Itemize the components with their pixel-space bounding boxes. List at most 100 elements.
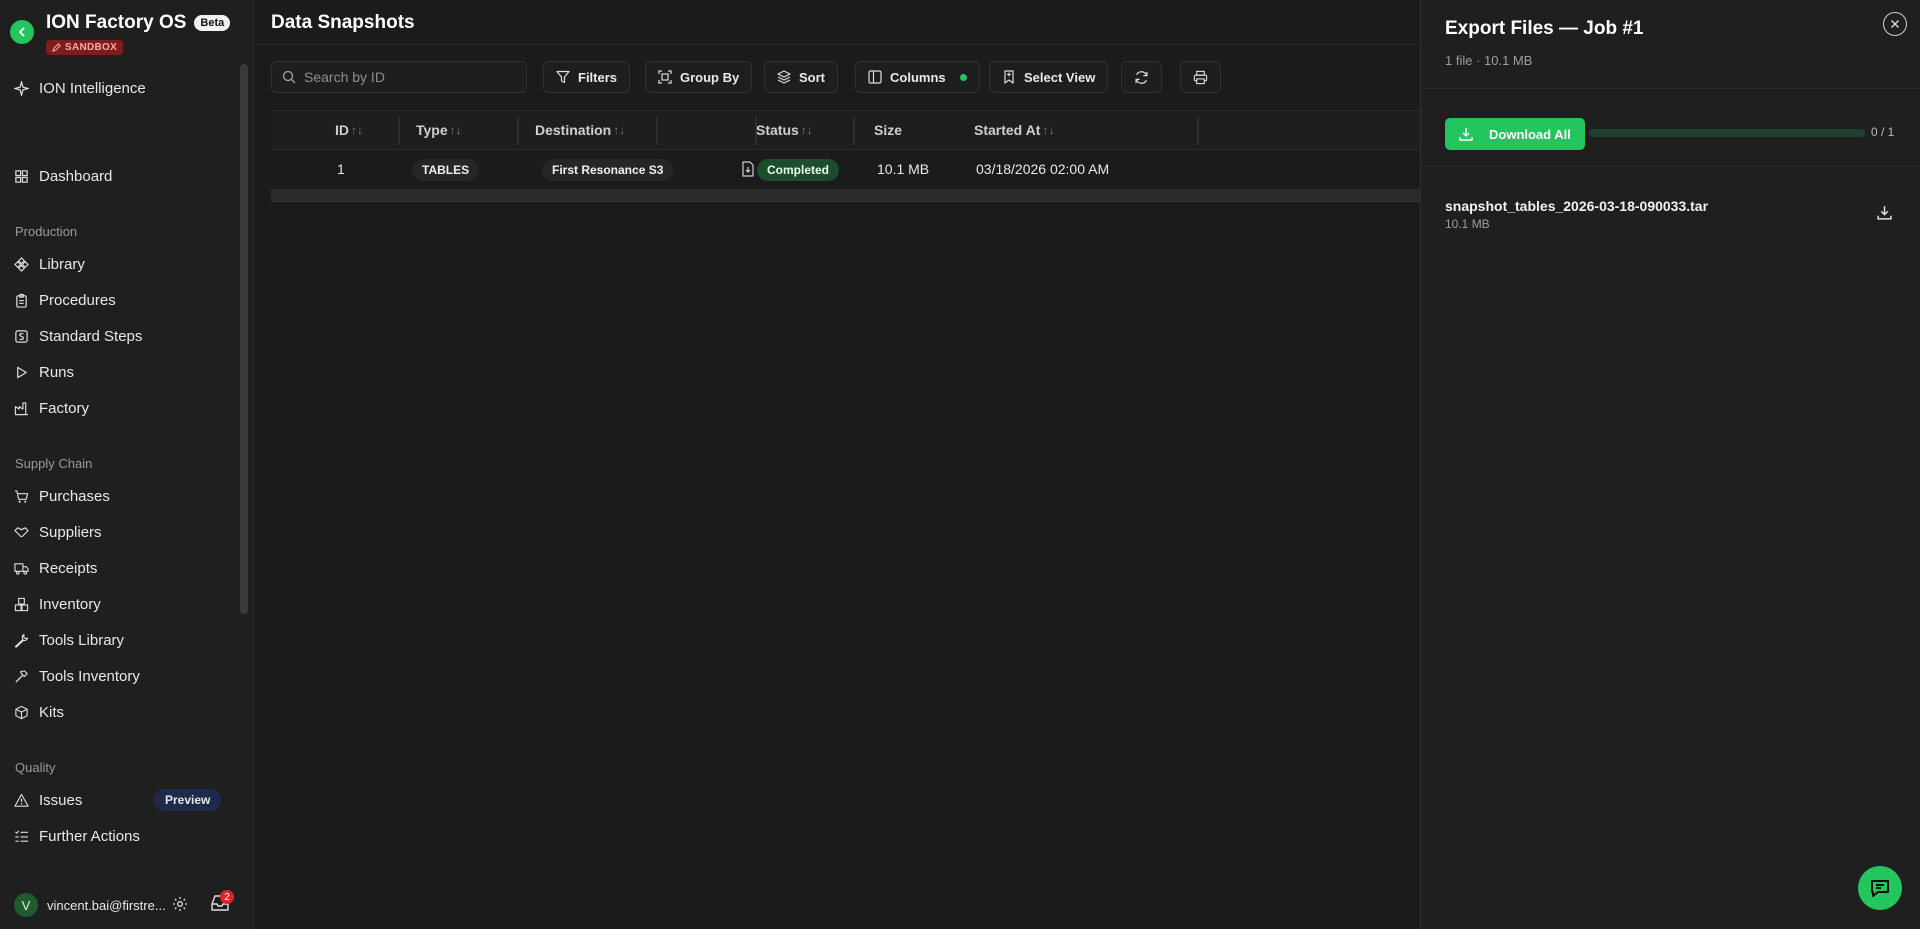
sidebar-item-label: Suppliers bbox=[39, 523, 102, 541]
sidebar-item-factory[interactable]: Factory bbox=[14, 396, 89, 420]
sidebar-item-tools-inventory[interactable]: Tools Inventory bbox=[14, 664, 140, 688]
sidebar-item-dashboard[interactable]: Dashboard bbox=[14, 164, 112, 188]
sidebar-item-receipts[interactable]: Receipts bbox=[14, 556, 97, 580]
refresh-icon bbox=[1135, 70, 1148, 84]
sidebar-item-issues[interactable]: Issues bbox=[14, 788, 82, 812]
download-icon bbox=[1459, 128, 1473, 141]
sidebar: ION Factory OS Beta SANDBOX ION Intellig… bbox=[0, 0, 254, 929]
sidebar-item-label: Inventory bbox=[39, 595, 101, 613]
sidebar-item-label: Factory bbox=[39, 399, 90, 417]
preview-badge: Preview bbox=[154, 789, 222, 811]
columns-button[interactable]: Columns bbox=[855, 61, 980, 93]
refresh-button[interactable] bbox=[1121, 61, 1162, 93]
column-header-status[interactable]: Status ↑↓ bbox=[756, 122, 813, 138]
handshake-icon bbox=[14, 526, 29, 537]
column-header-size[interactable]: Size bbox=[874, 122, 902, 138]
close-drawer-button[interactable] bbox=[1883, 12, 1907, 36]
section-label-quality: Quality bbox=[15, 760, 56, 775]
select-view-label: Select View bbox=[1024, 69, 1096, 85]
sort-arrows-icon: ↑↓ bbox=[351, 123, 363, 137]
sort-arrows-icon: ↑↓ bbox=[800, 123, 813, 137]
sidebar-item-kits[interactable]: Kits bbox=[14, 700, 64, 724]
close-icon bbox=[1891, 20, 1899, 28]
sidebar-item-tools-library[interactable]: Tools Library bbox=[14, 628, 124, 652]
bookmark-icon bbox=[1004, 70, 1014, 84]
columns-label: Columns bbox=[890, 69, 946, 85]
sidebar-item-procedures[interactable]: Procedures bbox=[14, 288, 116, 312]
app-root: ION Factory OS Beta SANDBOX ION Intellig… bbox=[0, 0, 1920, 929]
sandbox-label: SANDBOX bbox=[65, 42, 118, 53]
file-name: snapshot_tables_2026-03-18-090033.tar bbox=[1445, 198, 1709, 214]
sidebar-item-library[interactable]: Library bbox=[14, 252, 85, 276]
cell-started-at: 03/18/2026 02:00 AM bbox=[976, 161, 1110, 177]
settings-button[interactable] bbox=[172, 896, 188, 917]
header-divider bbox=[255, 44, 1420, 45]
collapse-sidebar-button[interactable] bbox=[10, 20, 34, 44]
column-resizer[interactable] bbox=[517, 117, 519, 145]
sidebar-item-suppliers[interactable]: Suppliers bbox=[14, 520, 102, 544]
download-all-button[interactable]: Download All bbox=[1445, 118, 1585, 150]
sidebar-item-label: Library bbox=[39, 255, 85, 273]
sidebar-item-inventory[interactable]: Inventory bbox=[14, 592, 101, 616]
sidebar-item-label: Procedures bbox=[39, 291, 116, 309]
support-chat-button[interactable] bbox=[1858, 866, 1902, 910]
sidebar-item-purchases[interactable]: Purchases bbox=[14, 484, 110, 508]
download-all-label: Download All bbox=[1489, 126, 1571, 142]
column-header-type[interactable]: Type ↑↓ bbox=[416, 122, 462, 138]
section-label-supply-chain: Supply Chain bbox=[15, 456, 93, 471]
sidebar-item-label: Receipts bbox=[39, 559, 98, 577]
column-header-label: Size bbox=[874, 122, 903, 138]
export-files-drawer: Export Files — Job #1 1 file · 10.1 MB D… bbox=[1420, 0, 1920, 929]
search-input[interactable] bbox=[304, 69, 514, 85]
column-header-label: Status bbox=[756, 122, 799, 138]
sidebar-item-label: Issues bbox=[39, 791, 83, 809]
filter-icon bbox=[556, 70, 570, 84]
sidebar-item-ion-intelligence[interactable]: ION Intelligence bbox=[14, 76, 146, 100]
print-button[interactable] bbox=[1180, 61, 1221, 93]
column-header-destination[interactable]: Destination ↑↓ bbox=[535, 122, 625, 138]
clipboard-icon bbox=[16, 293, 27, 308]
sidebar-item-label: Purchases bbox=[39, 487, 110, 505]
drawer-title: Export Files — Job #1 bbox=[1445, 18, 1644, 39]
download-file-button[interactable] bbox=[1877, 205, 1892, 225]
layers-icon bbox=[777, 70, 791, 84]
dashboard-icon bbox=[15, 169, 28, 183]
open-file-button[interactable] bbox=[741, 161, 755, 182]
sidebar-item-standard-steps[interactable]: Standard Steps bbox=[14, 324, 142, 348]
select-view-button[interactable]: Select View bbox=[989, 61, 1109, 93]
sidebar-item-label: ION Intelligence bbox=[39, 79, 146, 97]
sidebar-item-label: Kits bbox=[39, 703, 65, 721]
main-content: Data Snapshots Filters Group By Sort Col… bbox=[255, 0, 1420, 929]
horizontal-scrollbar[interactable] bbox=[271, 190, 1420, 202]
brand: ION Factory OS Beta SANDBOX bbox=[10, 12, 231, 57]
column-resizer[interactable] bbox=[853, 117, 855, 145]
table-row[interactable]: 1 TABLES First Resonance S3 Completed 10… bbox=[271, 150, 1420, 190]
sidebar-item-runs[interactable]: Runs bbox=[14, 360, 74, 384]
user-menu[interactable]: V vincent.bai@firstre... bbox=[14, 893, 166, 917]
sort-arrows-icon: ↑↓ bbox=[1042, 123, 1055, 137]
beta-badge: Beta bbox=[194, 15, 231, 31]
sidebar-item-further-actions[interactable]: Further Actions bbox=[14, 824, 140, 848]
filters-button[interactable]: Filters bbox=[543, 61, 631, 93]
column-resizer[interactable] bbox=[656, 117, 658, 145]
column-resizer[interactable] bbox=[1197, 117, 1199, 145]
table-header: ID ↑↓ Type ↑↓ Destination ↑↓ Status ↑↓ Size … bbox=[271, 110, 1420, 150]
columns-icon bbox=[868, 70, 882, 84]
column-header-label: ID bbox=[335, 122, 349, 138]
group-by-button[interactable]: Group By bbox=[645, 61, 753, 93]
sidebar-item-label: Further Actions bbox=[39, 827, 140, 845]
column-header-started-at[interactable]: Started At ↑↓ bbox=[974, 122, 1054, 138]
gear-icon bbox=[173, 897, 187, 911]
sidebar-scrollbar[interactable] bbox=[240, 64, 248, 614]
square-s-icon bbox=[15, 329, 28, 343]
search-box[interactable] bbox=[271, 61, 527, 93]
cell-id: 1 bbox=[337, 161, 345, 177]
sort-button[interactable]: Sort bbox=[764, 61, 838, 93]
column-header-id[interactable]: ID ↑↓ bbox=[335, 122, 363, 138]
user-email: vincent.bai@firstre... bbox=[47, 897, 166, 913]
divider bbox=[1421, 166, 1920, 167]
file-download-icon bbox=[742, 161, 754, 177]
download-icon bbox=[1877, 206, 1892, 220]
column-resizer[interactable] bbox=[398, 117, 400, 145]
column-header-label: Started At bbox=[974, 122, 1041, 138]
